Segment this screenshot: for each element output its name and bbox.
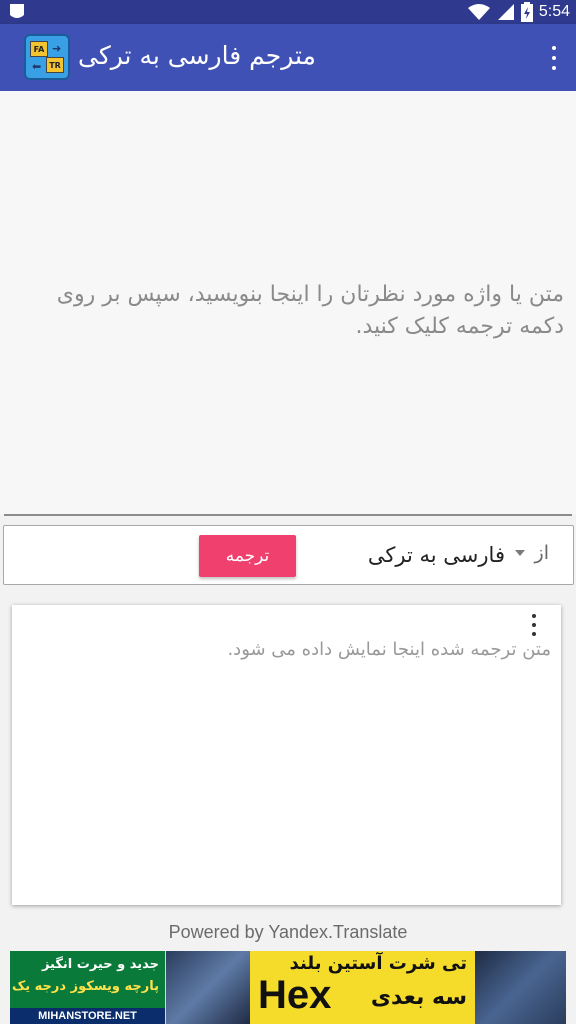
dropdown-caret-icon bbox=[515, 550, 525, 556]
app-logo-badge-fa: FA bbox=[30, 41, 48, 57]
wifi-icon bbox=[467, 4, 490, 20]
powered-by-text[interactable]: Powered by Yandex.Translate bbox=[0, 922, 576, 943]
notification-icon bbox=[10, 4, 24, 18]
language-selected: فارسی به ترکی bbox=[367, 543, 505, 567]
app-logo-badge-tr: TR bbox=[46, 57, 64, 73]
ad-headline: تی شرت آستین بلند bbox=[289, 953, 467, 974]
output-overflow-menu-icon[interactable] bbox=[530, 614, 538, 636]
app-title: مترجم فارسی به ترکی bbox=[78, 41, 316, 70]
arrow-right-icon: ➜ bbox=[52, 42, 62, 55]
status-time: 5:54 bbox=[538, 3, 570, 20]
overflow-menu-icon[interactable] bbox=[550, 46, 558, 70]
ad-middle-panel: تی شرت آستین بلند Hex سه بعدی bbox=[250, 951, 475, 1024]
status-icons: 5:54 bbox=[467, 0, 570, 24]
battery-icon bbox=[520, 2, 533, 22]
ad-brand: Hex bbox=[258, 973, 332, 1017]
ad-shirt-image bbox=[166, 951, 250, 1024]
ad-subline: سه بعدی bbox=[370, 985, 467, 1010]
source-text-placeholder: متن یا واژه مورد نظرتان را اینجا بنویسید… bbox=[56, 282, 564, 339]
output-placeholder: متن ترجمه شده اینجا نمایش داده می شود. bbox=[227, 639, 551, 660]
ad-line1: جدید و حیرت انگیز bbox=[41, 957, 159, 972]
source-text-input[interactable]: متن یا واژه مورد نظرتان را اینجا بنویسید… bbox=[0, 91, 576, 515]
status-bar: 5:54 bbox=[0, 0, 576, 24]
translate-controls: ترجمه فارسی به ترکی از bbox=[3, 525, 574, 585]
from-label: از bbox=[534, 542, 549, 564]
translate-button[interactable]: ترجمه bbox=[199, 535, 296, 577]
app-bar: FA TR ➜ ⬅ مترجم فارسی به ترکی bbox=[0, 24, 576, 91]
language-dropdown[interactable]: فارسی به ترکی bbox=[360, 538, 525, 572]
ad-shirt-image-2 bbox=[475, 951, 566, 1024]
ad-left-panel: جدید و حیرت انگیز پارچه ویسکوز درجه یک M… bbox=[10, 951, 165, 1024]
input-underline bbox=[4, 514, 572, 516]
ad-store: MIHANSTORE.NET bbox=[10, 1008, 165, 1024]
translation-output-card: متن ترجمه شده اینجا نمایش داده می شود. bbox=[12, 605, 561, 905]
ad-line2: پارچه ویسکوز درجه یک bbox=[11, 979, 159, 994]
arrow-left-icon: ⬅ bbox=[32, 60, 42, 73]
ad-banner[interactable]: جدید و حیرت انگیز پارچه ویسکوز درجه یک M… bbox=[10, 951, 566, 1024]
signal-icon bbox=[497, 4, 514, 20]
app-logo-icon: FA TR ➜ ⬅ bbox=[24, 34, 70, 80]
